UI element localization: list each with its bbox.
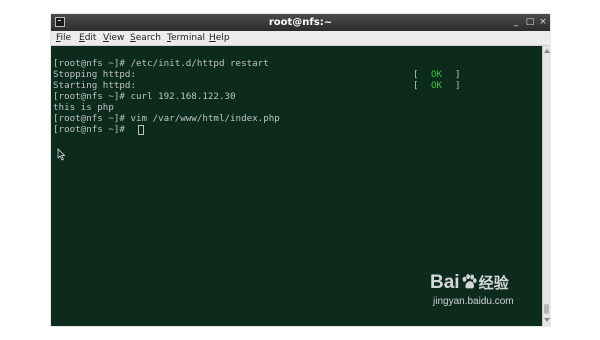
menu-edit-label: dit (84, 33, 97, 43)
menu-terminal-label: erminal (170, 33, 206, 43)
status-ok: OK (431, 69, 443, 80)
scroll-down-arrow-icon[interactable] (544, 318, 550, 322)
watermark-url: jingyan.baidu.com (433, 296, 514, 307)
scroll-up-arrow-icon[interactable] (544, 49, 550, 53)
menu-view[interactable]: View (103, 31, 124, 45)
terminal-line: Stopping httpd: (53, 69, 136, 80)
menu-search-label: earch (135, 33, 161, 43)
menu-terminal[interactable]: Terminal (167, 31, 205, 45)
menu-file-label: ile (60, 33, 72, 43)
paw-icon (462, 274, 477, 289)
vertical-scrollbar[interactable] (542, 46, 550, 326)
terminal-line: [root@nfs ~]# curl 192.168.122.30 (53, 91, 236, 102)
maximize-button[interactable]: □ (524, 14, 536, 31)
status-ok: OK (431, 80, 443, 91)
status-open-bracket: [ (413, 69, 419, 80)
window-title: root@nfs:~ (268, 17, 333, 28)
title-bar[interactable]: root@nfs:~ _ □ × (51, 14, 550, 31)
terminal-prompt: [root@nfs ~]# (53, 124, 131, 135)
status-close-bracket: ] (455, 80, 461, 91)
menu-search[interactable]: Search (130, 31, 161, 45)
status-open-bracket: [ (413, 80, 419, 91)
terminal-line: [root@nfs ~]# /etc/init.d/httpd restart (53, 58, 269, 69)
scroll-thumb[interactable] (544, 304, 549, 314)
menu-help-mnemonic: H (209, 33, 216, 43)
minimize-button[interactable]: _ (510, 14, 522, 31)
terminal-cursor (138, 125, 144, 135)
menu-view-label: iew (108, 33, 125, 43)
mouse-pointer-icon (57, 148, 66, 161)
terminal-line: Starting httpd: (53, 80, 136, 91)
terminal-line: [root@nfs ~]# vim /var/www/html/index.ph… (53, 113, 280, 124)
status-close-bracket: ] (455, 69, 461, 80)
menu-edit[interactable]: Edit (79, 31, 96, 45)
watermark-logo-text: Bai (430, 272, 460, 293)
terminal-line: this is php (53, 102, 114, 113)
watermark-logo: Bai 经验 (430, 272, 509, 294)
menu-help-label: elp (215, 33, 230, 43)
watermark-logo-suffix: 经验 (478, 275, 509, 292)
menu-file[interactable]: File (56, 31, 71, 45)
baidu-jingyan-watermark: Bai 经验 jingyan.baidu.com (430, 272, 530, 316)
close-button[interactable]: × (537, 14, 549, 31)
menu-help[interactable]: Help (209, 31, 230, 45)
menu-bar: File Edit View Search Terminal Help (51, 31, 550, 46)
